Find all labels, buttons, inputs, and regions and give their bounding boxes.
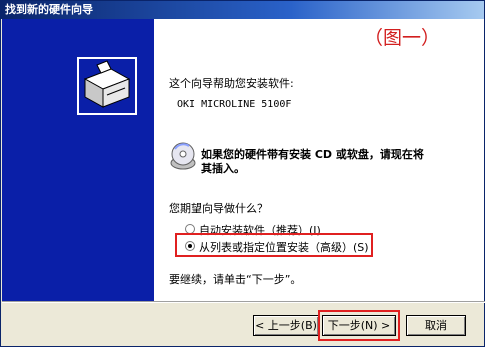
option-highlight-box bbox=[175, 233, 373, 257]
back-button[interactable]: < 上一步(B) bbox=[253, 315, 319, 336]
title-bar: 找到新的硬件向导 bbox=[1, 1, 484, 19]
cd-prompt-line2: 其插入。 bbox=[201, 162, 245, 175]
cancel-button[interactable]: 取消 bbox=[406, 315, 466, 336]
wizard-window: 找到新的硬件向导 （图一） 这个向导帮助您安装软件: OKI MICROLINE… bbox=[0, 0, 485, 347]
question-text: 您期望向导做什么？ bbox=[169, 202, 268, 215]
side-panel bbox=[2, 19, 154, 301]
window-title: 找到新的硬件向导 bbox=[5, 3, 93, 16]
continue-text: 要继续，请单击“下一步”。 bbox=[169, 273, 302, 286]
cd-disc-icon bbox=[170, 142, 196, 170]
button-divider bbox=[2, 301, 485, 303]
hardware-box-icon bbox=[77, 57, 137, 115]
device-name: OKI MICROLINE 5100F bbox=[177, 99, 292, 110]
figure-annotation: （图一） bbox=[364, 27, 441, 49]
intro-text: 这个向导帮助您安装软件: bbox=[169, 77, 294, 90]
next-highlight-box bbox=[318, 310, 400, 341]
